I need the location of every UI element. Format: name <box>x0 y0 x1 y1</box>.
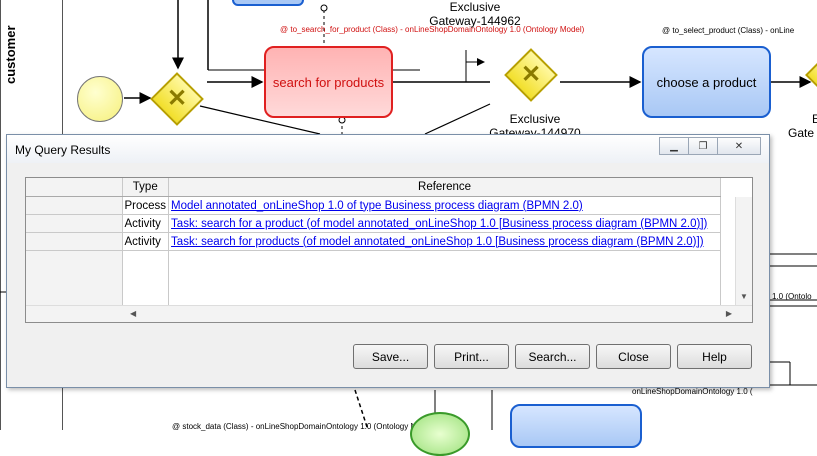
row-header <box>26 232 123 251</box>
table-header-row: Type Reference <box>26 178 722 197</box>
cell-type: Process <box>122 196 170 215</box>
restore-icon: ❐ <box>698 140 708 152</box>
cell-type: Activity <box>122 232 170 251</box>
close-button[interactable]: Close <box>596 344 671 369</box>
gateway-caption-far-right: E Gate <box>788 112 817 140</box>
dialog-title: My Query Results <box>15 143 111 157</box>
print-button[interactable]: Print... <box>434 344 509 369</box>
reference-link[interactable]: Task: search for products (of model anno… <box>171 236 703 248</box>
row-header <box>26 196 123 215</box>
horizontal-scrollbar[interactable]: ◀ ▶ <box>26 305 752 322</box>
annotation-to-search-for-product: @ to_search_for_product (Class) - onLine… <box>280 25 585 34</box>
vertical-scrollbar[interactable]: ▼ <box>735 197 752 305</box>
scroll-down-icon[interactable]: ▼ <box>740 292 748 301</box>
task-bottom-partial[interactable] <box>510 404 642 448</box>
minimize-button[interactable]: ▁ <box>659 137 689 155</box>
task-choose-a-product[interactable]: choose a product <box>642 46 771 118</box>
cell-reference: Task: search for a product (of model ann… <box>168 214 722 233</box>
table-row[interactable]: Activity Task: search for a product (of … <box>26 214 722 233</box>
table-row[interactable]: Process Model annotated_onLineShop 1.0 o… <box>26 196 722 215</box>
task-search-for-products[interactable]: search for products <box>264 46 393 118</box>
cell-reference: Task: search for products (of model anno… <box>168 232 722 251</box>
title-bar[interactable]: My Query Results ▁ ❐ ✕ <box>7 135 769 163</box>
scroll-right-icon[interactable]: ▶ <box>726 309 732 318</box>
column-header-type[interactable]: Type <box>122 178 170 197</box>
event-bottom[interactable] <box>410 412 470 456</box>
table-row[interactable]: Activity Task: search for products (of m… <box>26 232 722 251</box>
gateway-x-icon: ✕ <box>520 61 542 88</box>
scroll-left-icon[interactable]: ◀ <box>130 309 136 318</box>
search-button[interactable]: Search... <box>515 344 590 369</box>
gateway-caption-top: Exclusive Gateway-144962 <box>420 0 530 28</box>
column-header-reference[interactable]: Reference <box>168 178 722 197</box>
task-top-partial[interactable] <box>232 0 304 6</box>
start-event[interactable] <box>77 76 123 122</box>
gateway-x-icon: ✕ <box>166 85 188 112</box>
query-results-dialog: My Query Results ▁ ❐ ✕ Type Reference Pr… <box>6 134 770 388</box>
table-empty-area <box>26 250 722 307</box>
caption-line: E <box>812 112 817 126</box>
close-window-button[interactable]: ✕ <box>717 137 761 155</box>
close-icon: ✕ <box>734 140 744 152</box>
caption-line: Exclusive <box>509 112 561 126</box>
caption-line: Exclusive <box>449 0 501 14</box>
cell-empty <box>168 250 722 307</box>
minimize-icon: ▁ <box>670 140 678 152</box>
annotation-side-right: 1.0 (Ontolo <box>772 292 812 301</box>
window-controls: ▁ ❐ ✕ <box>659 137 761 155</box>
results-table-container: Type Reference Process Model annotated_o… <box>25 177 753 323</box>
save-button[interactable]: Save... <box>353 344 428 369</box>
task-label: search for products <box>272 74 385 90</box>
reference-link[interactable]: Model annotated_onLineShop 1.0 of type B… <box>171 200 583 212</box>
restore-button[interactable]: ❐ <box>688 137 718 155</box>
task-label: choose a product <box>656 74 757 90</box>
results-table: Type Reference Process Model annotated_o… <box>26 178 722 307</box>
annotation-bottom-right: onLineShopDomainOntology 1.0 ( <box>632 387 753 396</box>
row-header-corner <box>26 178 123 197</box>
cell-empty <box>122 250 170 307</box>
cell-reference: Model annotated_onLineShop 1.0 of type B… <box>168 196 722 215</box>
row-header <box>26 214 123 233</box>
row-header <box>26 250 123 307</box>
help-button[interactable]: Help <box>677 344 752 369</box>
cell-type: Activity <box>122 214 170 233</box>
reference-link[interactable]: Task: search for a product (of model ann… <box>171 218 707 230</box>
caption-line: Gate <box>788 126 815 140</box>
annotation-to-select-product: @ to_select_product (Class) - onLine <box>662 26 795 35</box>
